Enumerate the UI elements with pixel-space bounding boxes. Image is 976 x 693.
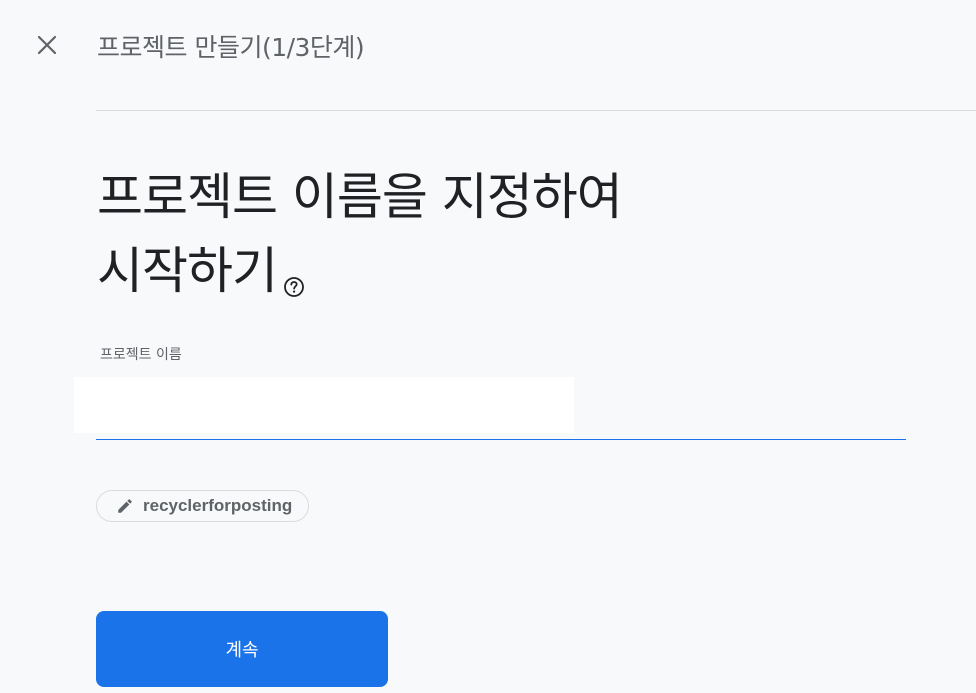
page-title: 프로젝트 이름을 지정하여 시작하기 [97,160,737,308]
help-circle-icon[interactable] [283,244,305,297]
continue-button[interactable]: 계속 [96,611,388,687]
close-icon [36,34,58,60]
project-name-underline [96,439,906,440]
page-header-title: 프로젝트 만들기(1/3단계) [97,33,365,62]
project-id-label: recyclerforposting [143,496,293,515]
pencil-icon [115,496,135,516]
page-title-text: 프로젝트 이름을 지정하여 시작하기 [97,168,623,300]
project-name-input[interactable] [96,390,566,430]
header-divider [96,110,976,111]
project-name-label: 프로젝트 이름 [100,347,182,363]
close-button[interactable] [30,30,64,64]
project-id-chip[interactable]: recyclerforposting [96,490,310,522]
